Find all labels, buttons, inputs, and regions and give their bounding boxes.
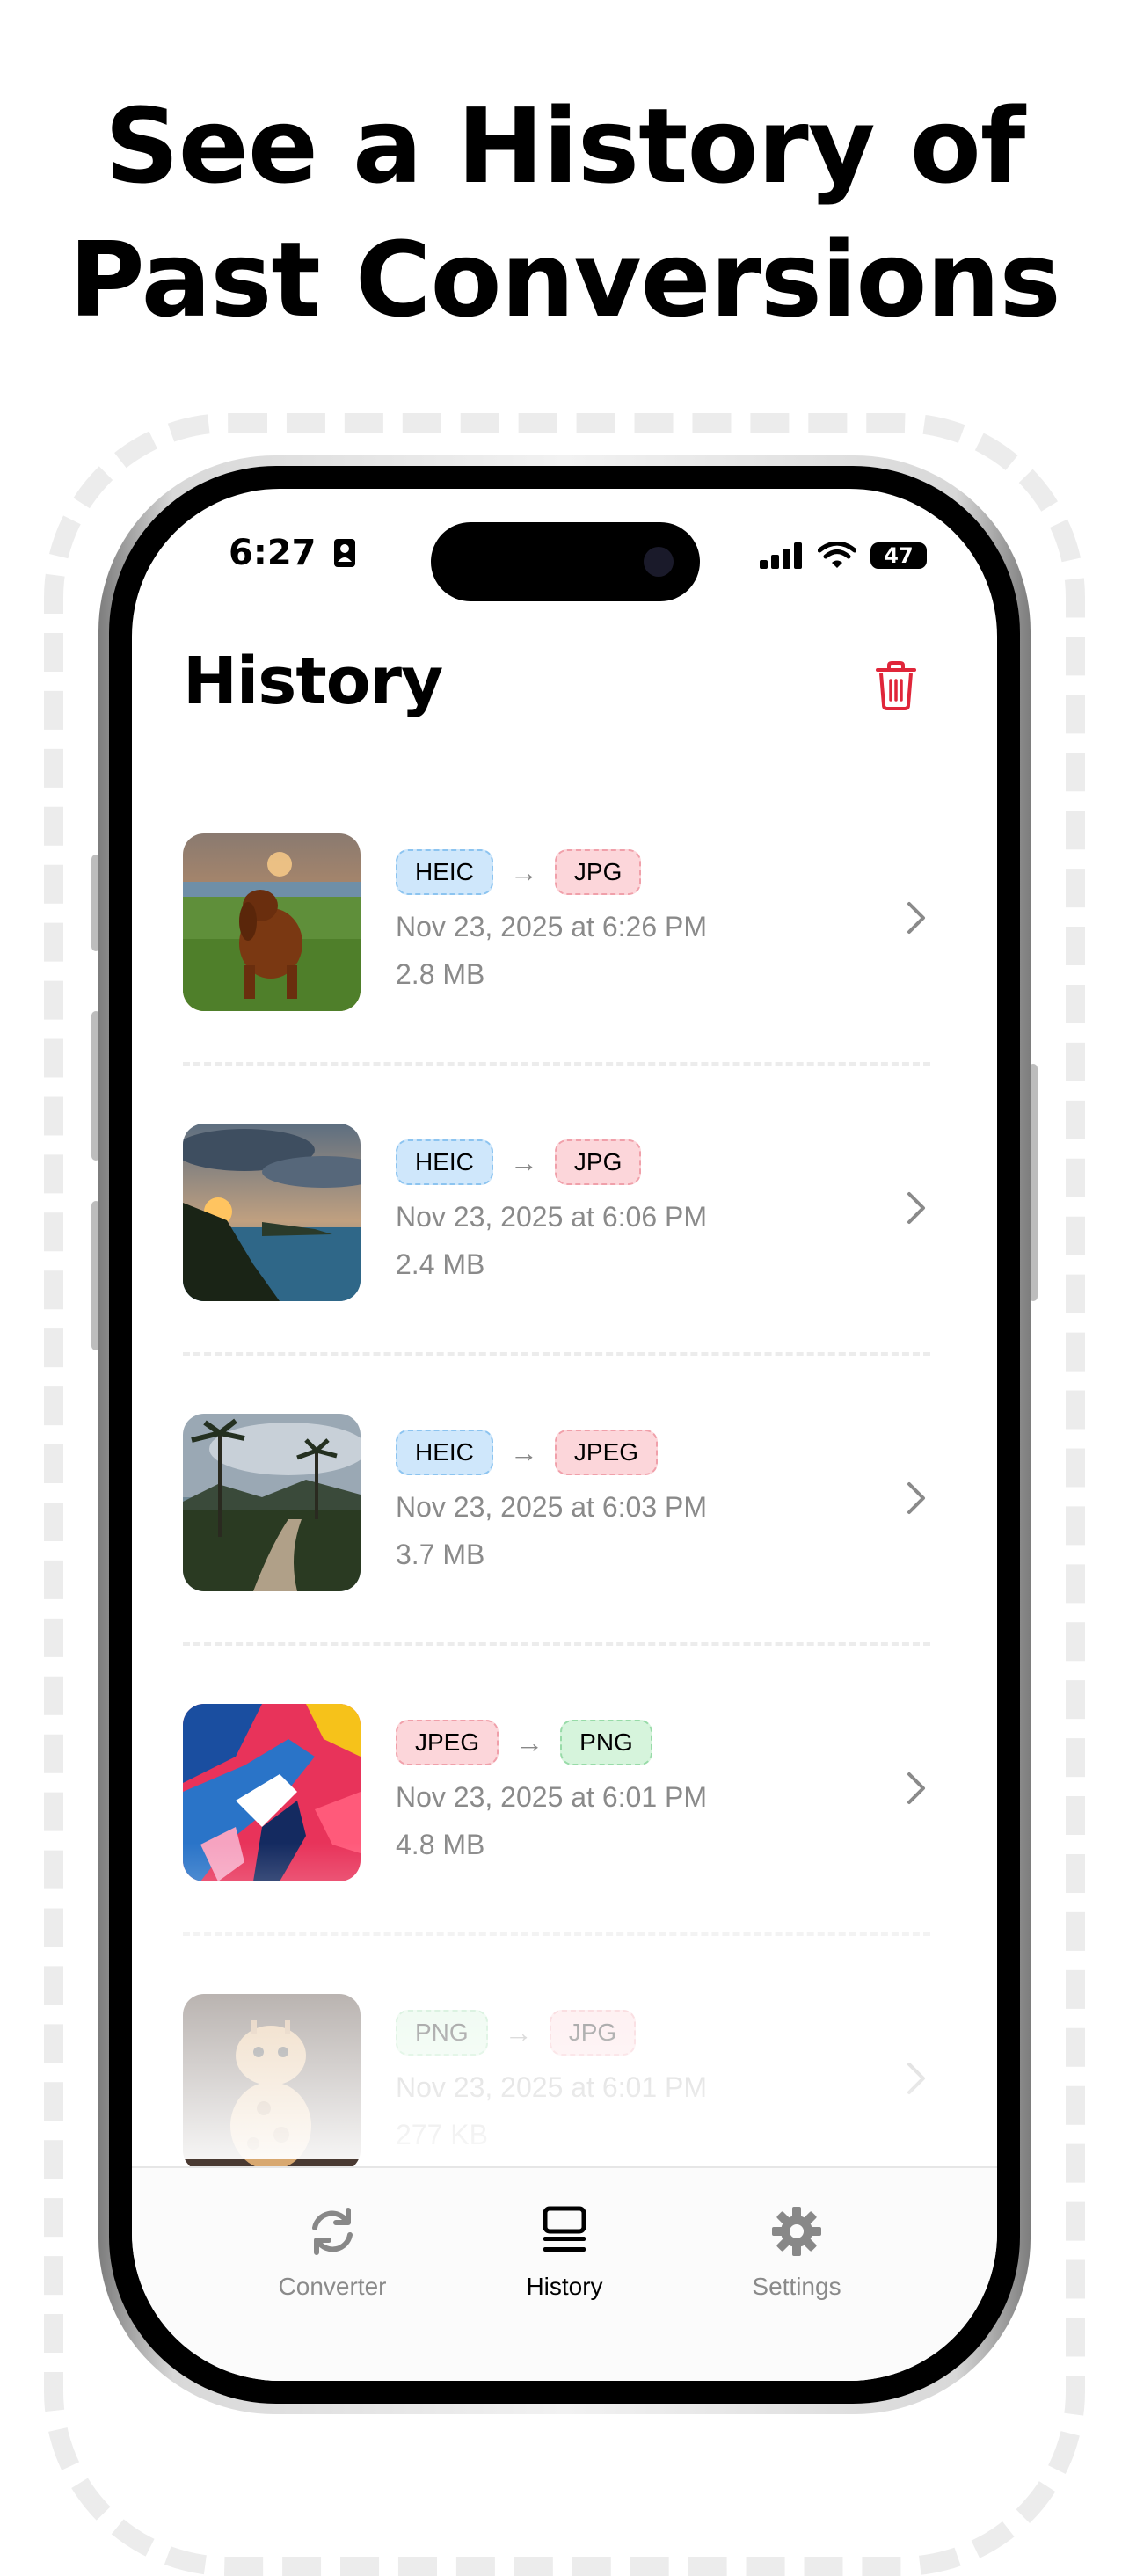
conversion-date: Nov 23, 2025 at 6:01 PM xyxy=(396,2071,707,2103)
conversion-date: Nov 23, 2025 at 6:06 PM xyxy=(396,1201,707,1233)
status-time: 6:27 xyxy=(229,533,356,573)
cellular-signal-icon xyxy=(760,542,802,569)
dynamic-island xyxy=(431,522,700,601)
tab-history[interactable]: History xyxy=(477,2203,652,2301)
arrow-right-icon: → xyxy=(504,2016,533,2048)
contact-card-icon xyxy=(334,539,356,567)
source-format-badge: PNG xyxy=(396,2010,488,2056)
page-title: History xyxy=(183,644,443,719)
conversion-date: Nov 23, 2025 at 6:26 PM xyxy=(396,911,707,942)
format-conversion: HEIC → JPEG xyxy=(396,1430,659,1475)
tab-bar: Converter History Settings xyxy=(132,2166,997,2381)
source-format-badge: HEIC xyxy=(396,1430,493,1475)
format-conversion: HEIC → JPG xyxy=(396,849,642,895)
chevron-right-icon xyxy=(907,902,925,934)
arrow-right-icon: → xyxy=(509,855,538,888)
phone-screen: 6:27 47 History HEIC → JPG Nov 23, 2025 … xyxy=(132,489,997,2381)
camera-dot xyxy=(644,547,674,577)
battery-icon: 47 xyxy=(870,542,927,569)
marketing-headline: See a History of Past Conversions xyxy=(0,79,1129,346)
target-format-badge: JPG xyxy=(554,849,642,895)
source-format-badge: HEIC xyxy=(396,849,493,895)
arrow-right-icon: → xyxy=(509,1436,538,1468)
tab-label: Settings xyxy=(752,2273,841,2300)
divider xyxy=(183,1932,930,1936)
wifi-icon xyxy=(818,542,856,568)
source-format-badge: HEIC xyxy=(396,1139,493,1185)
tab-converter[interactable]: Converter xyxy=(244,2203,420,2301)
history-row[interactable]: HEIC → JPG Nov 23, 2025 at 6:26 PM 2.8 M… xyxy=(183,832,948,1122)
divider xyxy=(183,1062,930,1066)
tab-settings[interactable]: Settings xyxy=(709,2203,885,2301)
format-conversion: HEIC → JPG xyxy=(396,1139,642,1185)
history-row[interactable]: HEIC → JPG Nov 23, 2025 at 6:06 PM 2.4 M… xyxy=(183,1122,948,1412)
history-row[interactable]: HEIC → JPEG Nov 23, 2025 at 6:03 PM 3.7 … xyxy=(183,1412,948,1702)
conversion-date: Nov 23, 2025 at 6:03 PM xyxy=(396,1491,707,1523)
tab-label: Converter xyxy=(278,2273,387,2300)
format-conversion: JPEG → PNG xyxy=(396,1720,652,1765)
status-icons: 47 xyxy=(760,538,927,573)
divider xyxy=(183,1352,930,1356)
source-format-badge: JPEG xyxy=(396,1720,499,1765)
chevron-right-icon xyxy=(907,1482,925,1514)
target-format-badge: JPG xyxy=(549,2010,637,2056)
gear-icon xyxy=(772,2207,821,2256)
chevron-right-icon xyxy=(907,1772,925,1804)
file-size: 277 KB xyxy=(396,2119,488,2150)
tab-label: History xyxy=(526,2273,603,2300)
trash-icon[interactable] xyxy=(874,661,918,710)
chevron-right-icon xyxy=(907,2063,925,2094)
giraffe-toy-photo-thumbnail xyxy=(183,1994,361,2172)
arrow-right-icon: → xyxy=(515,1726,544,1758)
palm-path-photo-thumbnail xyxy=(183,1414,361,1591)
divider xyxy=(183,1642,930,1646)
coastline-photo-thumbnail xyxy=(183,1124,361,1301)
arrow-right-icon: → xyxy=(509,1146,538,1178)
chevron-right-icon xyxy=(907,1192,925,1224)
headline-line-2: Past Conversions xyxy=(69,219,1060,340)
file-size: 3.7 MB xyxy=(396,1539,485,1570)
file-size: 2.8 MB xyxy=(396,958,485,990)
refresh-icon xyxy=(312,2208,353,2255)
target-format-badge: JPEG xyxy=(554,1430,659,1475)
target-format-badge: JPG xyxy=(554,1139,642,1185)
file-size: 2.4 MB xyxy=(396,1248,485,1280)
history-list: HEIC → JPG Nov 23, 2025 at 6:26 PM 2.8 M… xyxy=(183,832,948,2282)
dog-photo-thumbnail xyxy=(183,833,361,1011)
headline-line-1: See a History of xyxy=(104,85,1025,207)
list-icon xyxy=(543,2206,586,2252)
history-row[interactable]: JPEG → PNG Nov 23, 2025 at 6:01 PM 4.8 M… xyxy=(183,1702,948,1992)
format-conversion: PNG → JPG xyxy=(396,2010,637,2056)
abstract-art-photo-thumbnail xyxy=(183,1704,361,1881)
target-format-badge: PNG xyxy=(560,1720,652,1765)
file-size: 4.8 MB xyxy=(396,1829,485,1860)
conversion-date: Nov 23, 2025 at 6:01 PM xyxy=(396,1781,707,1813)
